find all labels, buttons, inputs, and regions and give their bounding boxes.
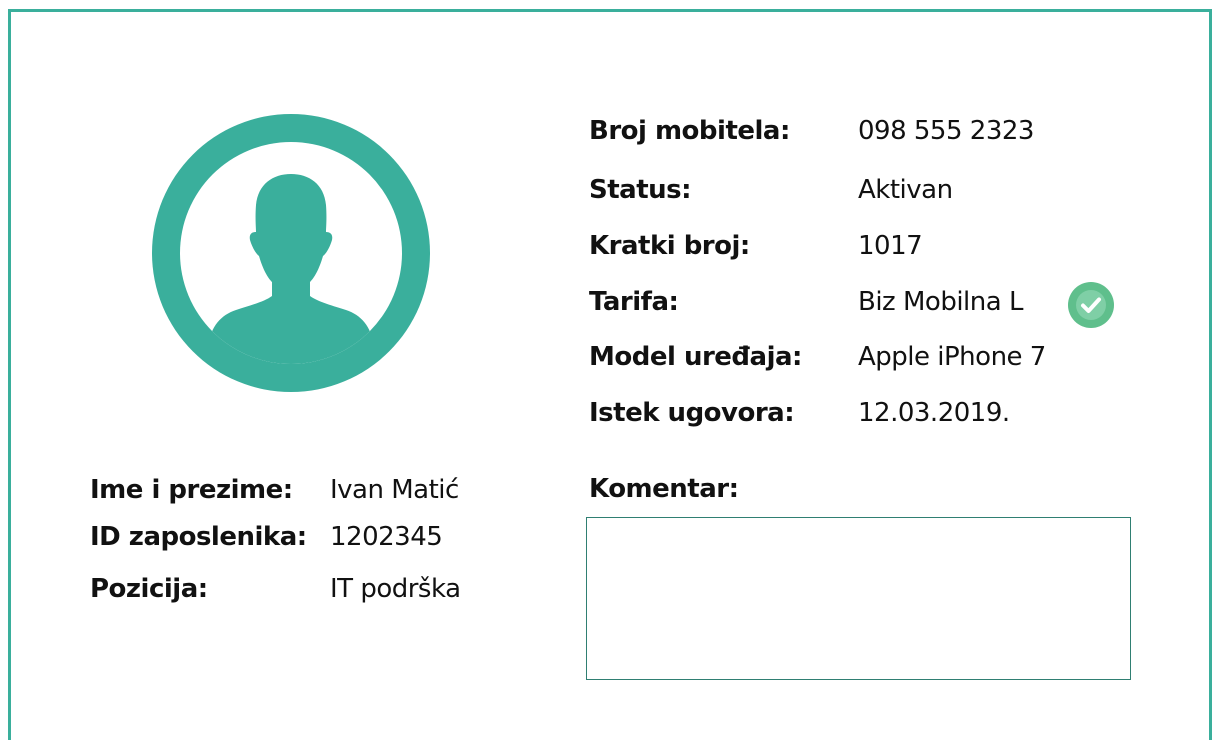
tariff-label: Tarifa: — [589, 287, 679, 317]
device-model-value: Apple iPhone 7 — [858, 342, 1046, 372]
user-silhouette-icon — [152, 114, 430, 392]
mobile-value: 098 555 2323 — [858, 116, 1034, 146]
name-label: Ime i prezime: — [90, 475, 293, 505]
tariff-value: Biz Mobilna L — [858, 287, 1023, 317]
status-value: Aktivan — [858, 175, 953, 205]
name-value: Ivan Matić — [330, 475, 459, 505]
short-number-label: Kratki broj: — [589, 231, 750, 261]
check-circle-icon — [1068, 282, 1114, 328]
contract-expiry-label: Istek ugovora: — [589, 398, 795, 428]
avatar — [152, 114, 430, 392]
employee-id-value: 1202345 — [330, 522, 443, 552]
short-number-value: 1017 — [858, 231, 923, 261]
status-label: Status: — [589, 175, 692, 205]
position-label: Pozicija: — [90, 574, 208, 604]
comment-label: Komentar: — [589, 474, 739, 504]
mobile-label: Broj mobitela: — [589, 116, 790, 146]
position-value: IT podrška — [330, 574, 461, 604]
contract-expiry-value: 12.03.2019. — [858, 398, 1010, 428]
comment-field[interactable] — [586, 517, 1131, 680]
employee-id-label: ID zaposlenika: — [90, 522, 307, 552]
device-model-label: Model uređaja: — [589, 342, 802, 372]
